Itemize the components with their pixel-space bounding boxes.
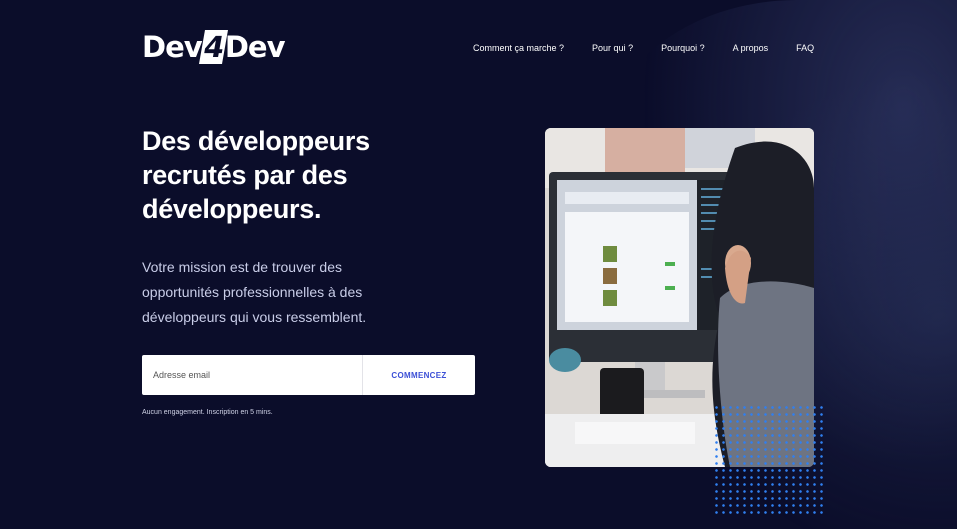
hero-title: Des développeurs recrutés par des dévelo…: [142, 126, 370, 224]
hero-subtitle: Votre mission est de trouver des opportu…: [142, 259, 367, 325]
nav-comment-ca-marche[interactable]: Comment ça marche ?: [473, 43, 564, 53]
logo[interactable]: Dev4Dev: [142, 30, 285, 64]
logo-text-post: Dev: [224, 30, 286, 64]
signup-fineprint: Aucun engagement. Inscription en 5 mins.: [142, 409, 273, 416]
logo-text-num: 4: [198, 30, 228, 64]
nav-pour-qui[interactable]: Pour qui ?: [592, 43, 633, 53]
nav-faq[interactable]: FAQ: [796, 43, 814, 53]
nav-a-propos[interactable]: A propos: [733, 43, 769, 53]
logo-text-pre: Dev: [142, 30, 203, 64]
main-nav: Comment ça marche ? Pour qui ? Pourquoi …: [473, 43, 842, 53]
start-button[interactable]: COMMENCEZ: [363, 355, 475, 395]
signup-form: COMMENCEZ: [142, 355, 475, 395]
nav-pourquoi[interactable]: Pourquoi ?: [661, 43, 705, 53]
decorative-dot-grid: [713, 404, 827, 514]
email-input[interactable]: [142, 355, 362, 395]
